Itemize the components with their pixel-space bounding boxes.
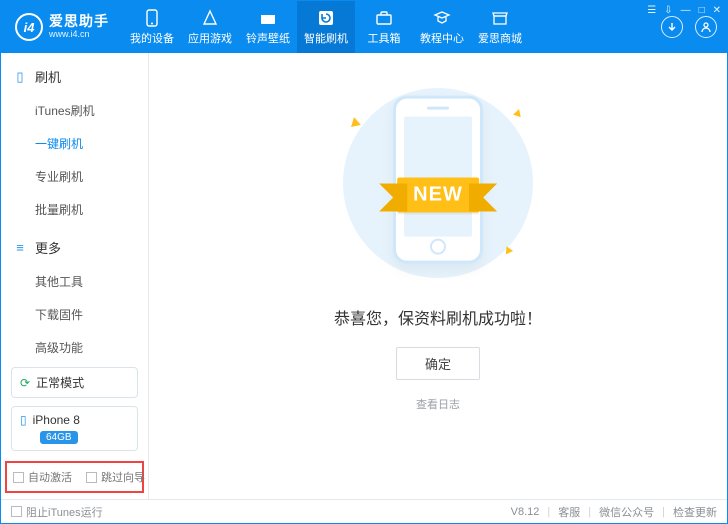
checkbox-icon [13,472,24,483]
sidebar-item-advanced[interactable]: 高级功能 [1,331,148,357]
device-icon: ▯ [20,413,27,427]
footer-link-wechat[interactable]: 微信公众号 [599,504,654,520]
mode-box[interactable]: ⟳ 正常模式 [11,367,138,398]
sidebar-item-download-firmware[interactable]: 下载固件 [1,298,148,331]
menu-icon[interactable]: ☰ [647,5,656,16]
mode-label: 正常模式 [36,374,84,391]
more-icon: ≡ [13,240,27,255]
new-ribbon: NEW [397,178,479,213]
success-message: 恭喜您，保资料刷机成功啦！ [334,305,542,329]
body: ▯ 刷机 iTunes刷机 一键刷机 专业刷机 批量刷机 ≡ 更多 其他工具 下… [1,53,727,499]
footer-link-update[interactable]: 检查更新 [673,504,717,520]
refresh-icon: ⟳ [20,376,30,390]
brand-text: 爱思助手 www.i4.cn [49,14,109,39]
store-icon [491,9,509,27]
sidebar-item-oneclick-flash[interactable]: 一键刷机 [1,127,148,160]
storage-badge: 64GB [40,431,78,444]
success-illustration: NEW [328,83,548,283]
user-button[interactable] [695,16,717,38]
nav-tutorials[interactable]: 教程中心 [413,1,471,53]
window-controls: ☰ ⇩ — □ ✕ [647,5,721,16]
checkbox-label: 阻止iTunes运行 [26,504,103,520]
brand-logo: i4 爱思助手 www.i4.cn [15,13,109,41]
logo-badge: i4 [15,13,43,41]
nav-store[interactable]: 爱思商城 [471,1,529,53]
checkbox-label: 自动激活 [28,469,72,485]
phone-icon: ▯ [13,69,27,85]
sidebar-group-title: 刷机 [35,67,61,86]
device-name: iPhone 8 [33,413,80,427]
sidebar-item-other-tools[interactable]: 其他工具 [1,265,148,298]
flash-options-highlight: 自动激活 跳过向导 [5,461,144,493]
flash-icon [317,9,335,27]
main-panel: NEW 恭喜您，保资料刷机成功啦！ 确定 查看日志 [149,53,727,499]
minimize-icon[interactable]: — [681,5,691,16]
checkbox-skip-guide[interactable]: 跳过向导 [86,469,145,485]
sidebar-group-flash[interactable]: ▯ 刷机 [1,61,148,92]
nav-toolbox[interactable]: 工具箱 [355,1,413,53]
device-box[interactable]: ▯ iPhone 8 64GB [11,406,138,451]
checkbox-auto-activate[interactable]: 自动激活 [13,469,72,485]
sidebar: ▯ 刷机 iTunes刷机 一键刷机 专业刷机 批量刷机 ≡ 更多 其他工具 下… [1,53,149,499]
title-bar: i4 爱思助手 www.i4.cn 我的设备 应用游戏 铃声壁纸 智能刷机 [1,1,727,53]
checkbox-block-itunes[interactable]: 阻止iTunes运行 [11,504,103,520]
nav-my-device[interactable]: 我的设备 [123,1,181,53]
sidebar-item-pro-flash[interactable]: 专业刷机 [1,160,148,193]
close-icon[interactable]: ✕ [713,5,721,16]
nav-ringtones[interactable]: 铃声壁纸 [239,1,297,53]
nav-label: 工具箱 [368,30,401,46]
maximize-icon[interactable]: □ [699,5,705,16]
apps-icon [201,9,219,27]
main-nav: 我的设备 应用游戏 铃声壁纸 智能刷机 工具箱 教程中心 [123,1,529,53]
version-label: V8.12 [511,506,540,518]
nav-flash[interactable]: 智能刷机 [297,1,355,53]
nav-label: 应用游戏 [188,30,232,46]
checkbox-label: 跳过向导 [101,469,145,485]
view-log-link[interactable]: 查看日志 [416,396,460,412]
sidebar-group-title: 更多 [35,238,61,257]
ribbon-text: NEW [397,178,479,213]
nav-label: 教程中心 [420,30,464,46]
nav-apps[interactable]: 应用游戏 [181,1,239,53]
wallpaper-icon [259,9,277,27]
ok-button[interactable]: 确定 [396,347,480,380]
brand-url: www.i4.cn [49,30,109,40]
device-icon [143,9,161,27]
lock-icon[interactable]: ⇩ [664,5,672,16]
toolbox-icon [375,9,393,27]
sidebar-item-itunes-flash[interactable]: iTunes刷机 [1,94,148,127]
nav-label: 爱思商城 [478,30,522,46]
checkbox-icon [86,472,97,483]
checkbox-icon [11,506,22,517]
download-button[interactable] [661,16,683,38]
sidebar-item-batch-flash[interactable]: 批量刷机 [1,193,148,226]
sidebar-group-more[interactable]: ≡ 更多 [1,232,148,263]
brand-name: 爱思助手 [49,14,109,29]
app-window: i4 爱思助手 www.i4.cn 我的设备 应用游戏 铃声壁纸 智能刷机 [0,0,728,524]
nav-label: 铃声壁纸 [246,30,290,46]
status-bar: 阻止iTunes运行 V8.12 | 客服 | 微信公众号 | 检查更新 [1,499,727,523]
footer-link-support[interactable]: 客服 [558,504,580,520]
nav-label: 智能刷机 [304,30,348,46]
header-right [661,16,717,38]
nav-label: 我的设备 [130,30,174,46]
tutorial-icon [433,9,451,27]
